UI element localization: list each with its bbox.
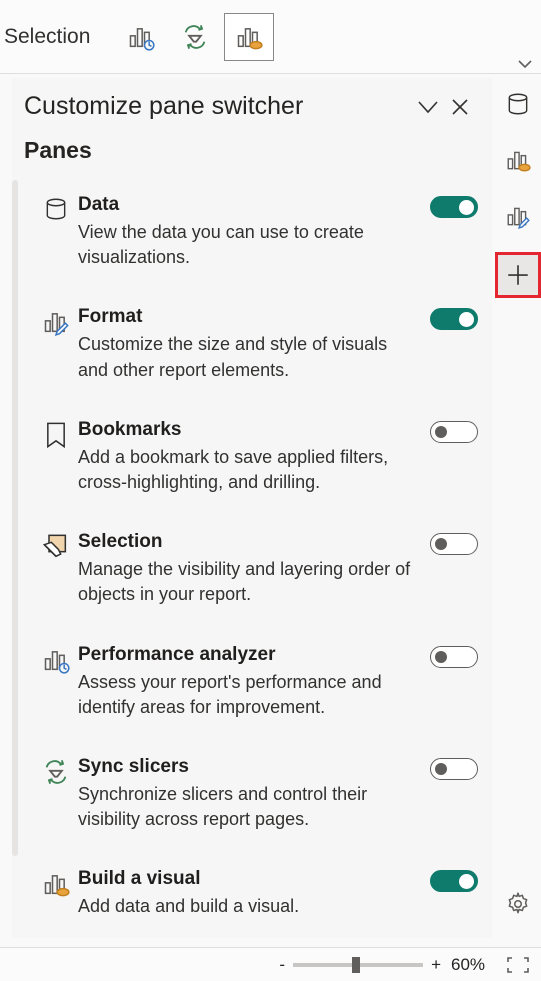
- pane-item-description: Customize the size and style of visuals …: [78, 332, 418, 382]
- pane-item-description: View the data you can use to create visu…: [78, 220, 418, 270]
- pane-item-toggle[interactable]: [430, 308, 478, 330]
- fit-to-page-button[interactable]: [505, 955, 531, 975]
- rail-settings-button[interactable]: [498, 884, 538, 924]
- pane-item-toggle-wrap: [430, 756, 478, 832]
- pane-item-body: Build a visual Add data and build a visua…: [78, 868, 430, 919]
- build-visual-button[interactable]: [224, 13, 274, 61]
- panel-subtitle: Panes: [12, 127, 492, 180]
- zoom-control: - +: [279, 955, 441, 975]
- pane-item-toggle-wrap: [430, 419, 478, 495]
- pane-item: Sync slicers Synchronize slicers and cont…: [34, 742, 478, 854]
- pane-item-toggle[interactable]: [430, 421, 478, 443]
- pane-list: Data View the data you can use to create …: [12, 180, 492, 938]
- status-bar: - + 60%: [0, 947, 541, 981]
- sync-slicers-button[interactable]: [170, 13, 220, 61]
- pane-item-toggle[interactable]: [430, 196, 478, 218]
- pane-item: Data View the data you can use to create …: [34, 180, 478, 292]
- pane-item-icon: [34, 868, 78, 919]
- top-toolbar: Selection: [0, 0, 541, 74]
- pane-item-toggle[interactable]: [430, 870, 478, 892]
- pane-item-description: Manage the visibility and layering order…: [78, 557, 418, 607]
- customize-pane-panel: Customize pane switcher Panes Data View t…: [12, 78, 492, 938]
- pane-item-body: Format Customize the size and style of vi…: [78, 306, 430, 382]
- rail-data-button[interactable]: [498, 84, 538, 124]
- pane-item-toggle[interactable]: [430, 646, 478, 668]
- pane-item-icon: [34, 194, 78, 270]
- pane-item-body: Bookmarks Add a bookmark to save applied …: [78, 419, 430, 495]
- pane-item: Selection Manage the visibility and layer…: [34, 517, 478, 629]
- zoom-in-button[interactable]: +: [431, 955, 441, 975]
- pane-item: Performance analyzer Assess your report's…: [34, 630, 478, 742]
- pane-item: Build a visual Add data and build a visua…: [34, 854, 478, 938]
- pane-item-title: Format: [78, 306, 418, 328]
- pane-item-description: Add data and build a visual.: [78, 894, 418, 919]
- pane-item-icon: [34, 756, 78, 832]
- zoom-percentage: 60%: [451, 955, 495, 975]
- pane-item-toggle-wrap: [430, 868, 478, 919]
- pane-item-icon: [34, 419, 78, 495]
- pane-item-body: Data View the data you can use to create …: [78, 194, 430, 270]
- rail-format-button[interactable]: [498, 196, 538, 236]
- toolbar-label: Selection: [4, 25, 90, 49]
- pane-item-toggle[interactable]: [430, 758, 478, 780]
- right-rail: [495, 74, 541, 298]
- panel-header: Customize pane switcher: [12, 78, 492, 127]
- collapse-button[interactable]: [414, 93, 442, 121]
- pane-item-body: Sync slicers Synchronize slicers and cont…: [78, 756, 430, 832]
- pane-item-title: Performance analyzer: [78, 644, 418, 666]
- pane-item-description: Assess your report's performance and ide…: [78, 670, 418, 720]
- pane-item-icon: [34, 306, 78, 382]
- pane-item-toggle-wrap: [430, 306, 478, 382]
- zoom-slider-thumb[interactable]: [352, 957, 360, 973]
- pane-item-title: Sync slicers: [78, 756, 418, 778]
- rail-add-button[interactable]: [495, 252, 541, 298]
- pane-item-title: Selection: [78, 531, 418, 553]
- pane-item-description: Add a bookmark to save applied filters, …: [78, 445, 418, 495]
- panel-scroll-area: Data View the data you can use to create …: [12, 180, 492, 938]
- panel-title: Customize pane switcher: [24, 92, 410, 121]
- rail-build-visual-button[interactable]: [498, 140, 538, 180]
- scrollbar[interactable]: [12, 180, 18, 856]
- zoom-slider[interactable]: [293, 963, 423, 967]
- pane-item-body: Performance analyzer Assess your report's…: [78, 644, 430, 720]
- pane-item-toggle-wrap: [430, 644, 478, 720]
- pane-item-description: Synchronize slicers and control their vi…: [78, 782, 418, 832]
- pane-item-toggle-wrap: [430, 194, 478, 270]
- pane-item-title: Build a visual: [78, 868, 418, 890]
- pane-item-body: Selection Manage the visibility and layer…: [78, 531, 430, 607]
- perf-analyzer-button[interactable]: [116, 13, 166, 61]
- pane-item: Format Customize the size and style of vi…: [34, 292, 478, 404]
- pane-item: Bookmarks Add a bookmark to save applied …: [34, 405, 478, 517]
- toolbar-overflow-chevron[interactable]: [517, 59, 533, 69]
- pane-item-title: Data: [78, 194, 418, 216]
- pane-item-icon: [34, 644, 78, 720]
- pane-item-icon: [34, 531, 78, 607]
- close-button[interactable]: [446, 93, 474, 121]
- pane-item-toggle-wrap: [430, 531, 478, 607]
- pane-item-title: Bookmarks: [78, 419, 418, 441]
- pane-item-toggle[interactable]: [430, 533, 478, 555]
- zoom-out-button[interactable]: -: [279, 955, 285, 975]
